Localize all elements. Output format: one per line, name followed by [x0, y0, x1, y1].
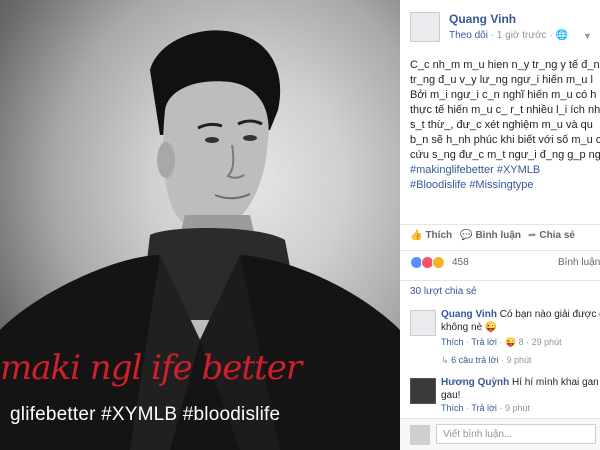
photo-hashtags: glifebetter #XYMLB #bloodislife [10, 404, 281, 425]
body-line: thực tế hiến m_u c_ r_t nhiều l_i ích nh [410, 104, 600, 116]
comment-text: Quang Vinh Có bạn nào giải được ca không… [441, 308, 600, 334]
commenter-avatar[interactable] [410, 310, 436, 336]
post-panel: Quang Vinh Theo dõi · 1 giờ trước · 🌐 ▼ … [400, 0, 600, 450]
share-icon: ➦ [528, 230, 537, 241]
post-body: C_c nh_m m_u hien n_y tr_ng y tế đ_n tr_… [410, 58, 600, 193]
follow-link[interactable]: Theo dõi [449, 30, 488, 41]
body-line: Bởi m_i ngư_i c_n nghĩ hiến m_u có h [410, 89, 597, 101]
body-line: cứu s_ng đư_c m_t ngư_i đ_ng g_p ng [410, 149, 600, 161]
comment-input[interactable]: Viết bình luận... [436, 424, 596, 444]
commenter-name[interactable]: Quang Vinh [441, 309, 497, 320]
chevron-down-icon[interactable]: ▼ [583, 31, 592, 41]
post-time[interactable]: · 1 giờ trước · [491, 30, 553, 41]
body-line: C_c nh_m m_u hien n_y tr_ng y tế đ_n [410, 59, 600, 71]
post-meta: Theo dõi · 1 giờ trước · 🌐 [449, 30, 568, 41]
comment-meta: 😜 8 · 29 phút [504, 337, 562, 347]
comment-text-line: Hí hí mình khai gan ch [512, 377, 600, 388]
haha-reaction-icon [432, 256, 445, 269]
replies-time: · 9 phút [501, 355, 532, 365]
current-user-avatar [410, 425, 430, 445]
top-comments-dropdown[interactable]: Bình luận ▾ [558, 257, 600, 268]
comment-reply-link[interactable]: Trả lời [471, 337, 497, 347]
write-comment-bar: Viết bình luận... [400, 418, 600, 450]
comment-actions: Thích · Trả lời · 9 phút [441, 403, 530, 413]
view-replies[interactable]: ↳ 6 câu trả lời · 9 phút [441, 355, 532, 366]
body-line: b_n sẽ h_nh phúc khi biết với số m_u c [410, 134, 600, 146]
share-button[interactable]: ➦ Chia sẻ [528, 230, 575, 241]
body-line: tr_ng đ_u v_y lư_ng ngư_i hiến m_u l [410, 74, 593, 86]
comment-text-line: không nè 😜 [441, 322, 498, 333]
commenter-avatar[interactable] [410, 378, 436, 404]
author-avatar[interactable] [410, 12, 440, 42]
comment-meta: · 9 phút [499, 403, 530, 413]
comment-text: Hương Quỳnh Hí hí mình khai gan ch gau! [441, 376, 600, 402]
reaction-count[interactable]: 458 [452, 257, 469, 268]
post-actions: 👍 Thích 💬 Bình luận ➦ Chia sẻ [400, 224, 600, 249]
replies-link[interactable]: 6 câu trả lời [451, 355, 498, 365]
share-label: Chia sẻ [539, 230, 575, 241]
comment-like-link[interactable]: Thích [441, 403, 464, 413]
reactions-bar: 458 Bình luận ▾ [400, 250, 600, 275]
post-header: Quang Vinh Theo dõi · 1 giờ trước · 🌐 ▼ [400, 0, 600, 52]
reaction-icons[interactable] [410, 256, 445, 274]
shares-row: 30 lượt chia sẻ [400, 280, 600, 301]
comment-text-line: gau! [441, 390, 461, 401]
comment-icon: 💬 [460, 230, 473, 241]
comment-item: Hương Quỳnh Hí hí mình khai gan ch gau! … [410, 376, 600, 416]
like-label: Thích [425, 230, 453, 241]
comment-text-line: Có bạn nào giải được ca [499, 309, 600, 320]
commenter-name[interactable]: Hương Quỳnh [441, 377, 509, 388]
globe-icon: 🌐 [555, 30, 568, 41]
hashtag-link[interactable]: #Bloodislife #Missingtype [410, 178, 600, 193]
hashtag-link[interactable]: #makinglifebetter #XYMLB [410, 163, 600, 178]
author-name[interactable]: Quang Vinh [449, 12, 516, 26]
comment-label: Bình luận [475, 230, 522, 241]
comment-item: Quang Vinh Có bạn nào giải được ca không… [410, 308, 600, 356]
post-photo[interactable]: maki ngl ife better glifebetter #XYMLB #… [0, 0, 400, 450]
signature-script: maki ngl ife better [0, 348, 302, 388]
comment-actions: Thích · Trả lời · 😜 8 · 29 phút [441, 337, 562, 347]
comment-reply-link[interactable]: Trả lời [471, 403, 497, 413]
body-line: s_t thừ_, đư_c xét nghiệm m_u và qu [410, 119, 593, 131]
share-count-link[interactable]: 30 lượt chia sẻ [410, 286, 477, 297]
like-button[interactable]: 👍 Thích [410, 230, 452, 241]
reply-arrow-icon: ↳ [441, 355, 449, 365]
comment-like-link[interactable]: Thích [441, 337, 464, 347]
top-comments-label: Bình luận [558, 257, 600, 268]
comment-button[interactable]: 💬 Bình luận [460, 230, 521, 241]
thumbs-up-icon: 👍 [410, 230, 423, 241]
